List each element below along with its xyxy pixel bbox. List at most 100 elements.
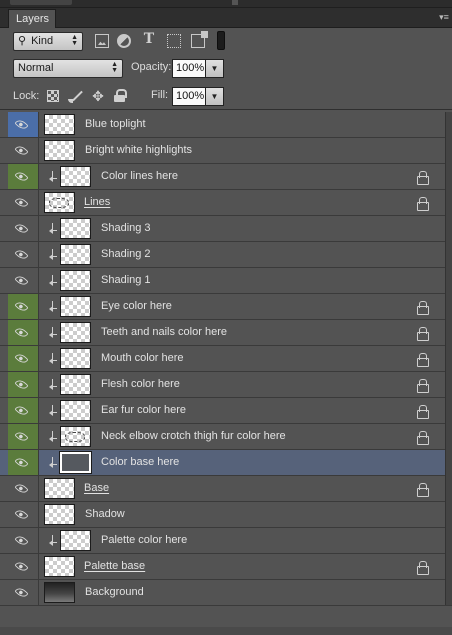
eye-icon [14, 455, 29, 470]
opacity-slider-toggle[interactable]: ▼ [206, 59, 224, 78]
layer-name[interactable]: Ear fur color here [101, 404, 186, 416]
layer-thumbnail[interactable] [60, 374, 91, 395]
layer-row[interactable]: Lines [0, 190, 445, 216]
layer-name[interactable]: Shading 2 [101, 248, 151, 260]
opacity-input[interactable]: 100% [172, 59, 206, 78]
filter-toggle-switch[interactable] [217, 31, 225, 50]
clipping-mask-arrow-icon [49, 223, 57, 235]
layer-thumbnail[interactable] [60, 322, 91, 343]
layer-row[interactable]: Mouth color here [0, 346, 445, 372]
lock-position-icon[interactable]: ✥ [91, 89, 105, 103]
blend-mode-dropdown[interactable]: Normal ▲ ▼ [13, 59, 123, 78]
layer-row[interactable]: Shading 1 [0, 268, 445, 294]
layer-row[interactable]: Neck elbow crotch thigh fur color here [0, 424, 445, 450]
layer-row[interactable]: Ear fur color here [0, 398, 445, 424]
layer-row[interactable]: Background [0, 580, 445, 606]
tab-layers[interactable]: Layers [8, 9, 56, 28]
lock-icon [417, 197, 429, 211]
layer-thumbnail[interactable] [44, 556, 75, 577]
layer-thumbnail[interactable] [60, 218, 91, 239]
clipping-mask-arrow-icon [49, 431, 57, 443]
layer-row[interactable]: Flesh color here [0, 372, 445, 398]
visibility-toggle[interactable] [8, 138, 39, 163]
visibility-toggle[interactable] [8, 528, 39, 553]
fill-slider-toggle[interactable]: ▼ [206, 87, 224, 106]
lock-image-pixels-icon[interactable] [68, 88, 84, 104]
layer-row[interactable]: Palette color here [0, 528, 445, 554]
layer-thumbnail[interactable] [60, 244, 91, 265]
visibility-toggle[interactable] [8, 216, 39, 241]
layer-name[interactable]: Base [84, 482, 109, 494]
visibility-toggle[interactable] [8, 346, 39, 371]
layer-row[interactable]: Base [0, 476, 445, 502]
layer-thumbnail[interactable] [44, 478, 75, 499]
visibility-toggle[interactable] [8, 476, 39, 501]
layer-thumbnail[interactable] [44, 140, 75, 161]
lock-all-icon[interactable] [114, 89, 127, 102]
layer-thumbnail[interactable] [44, 504, 75, 525]
layer-name[interactable]: Color base here [101, 456, 179, 468]
shape-filter-icon[interactable] [167, 34, 181, 48]
fill-input[interactable]: 100% [172, 87, 206, 106]
layer-thumbnail[interactable] [60, 400, 91, 421]
visibility-toggle[interactable] [8, 190, 39, 215]
visibility-toggle[interactable] [8, 580, 39, 605]
layer-row[interactable]: Shading 2 [0, 242, 445, 268]
layer-thumbnail[interactable] [60, 166, 91, 187]
visibility-toggle[interactable] [8, 502, 39, 527]
layer-thumbnail[interactable] [44, 192, 75, 213]
layer-name[interactable]: Blue toplight [85, 118, 146, 130]
pixel-filter-icon[interactable] [95, 34, 109, 48]
layer-name[interactable]: Shading 1 [101, 274, 151, 286]
eye-icon [14, 481, 29, 496]
visibility-toggle[interactable] [8, 294, 39, 319]
layer-name[interactable]: Flesh color here [101, 378, 180, 390]
layer-name[interactable]: Neck elbow crotch thigh fur color here [101, 430, 286, 442]
visibility-toggle[interactable] [8, 450, 39, 475]
layer-row[interactable]: Teeth and nails color here [0, 320, 445, 346]
layer-thumbnail[interactable] [60, 426, 91, 447]
layer-thumbnail[interactable] [60, 530, 91, 551]
layer-row[interactable]: Blue toplight [0, 112, 445, 138]
layer-name[interactable]: Palette color here [101, 534, 187, 546]
layer-name[interactable]: Palette base [84, 560, 145, 572]
lock-transparent-pixels-icon[interactable] [47, 90, 59, 102]
layer-thumbnail[interactable] [60, 348, 91, 369]
kind-filter-dropdown[interactable]: ⚲ Kind ▲ ▼ [13, 32, 83, 51]
panel-menu-icon[interactable]: ▾≡ [438, 11, 450, 23]
adjustment-filter-icon[interactable] [117, 34, 131, 48]
layer-row[interactable]: Palette base [0, 554, 445, 580]
layer-row[interactable]: Color lines here [0, 164, 445, 190]
layer-row[interactable]: Eye color here [0, 294, 445, 320]
layer-thumbnail[interactable] [60, 270, 91, 291]
layer-name[interactable]: Eye color here [101, 300, 172, 312]
layer-name[interactable]: Bright white highlights [85, 144, 192, 156]
layer-name[interactable]: Background [85, 586, 144, 598]
layer-name[interactable]: Shadow [85, 508, 125, 520]
visibility-toggle[interactable] [8, 320, 39, 345]
visibility-toggle[interactable] [8, 268, 39, 293]
layer-row[interactable]: Shadow [0, 502, 445, 528]
layer-row[interactable]: Color base here [0, 450, 445, 476]
layer-thumbnail[interactable] [60, 296, 91, 317]
smart-object-filter-icon[interactable] [191, 31, 208, 48]
layers-scrollbar[interactable] [445, 112, 452, 605]
layer-name[interactable]: Mouth color here [101, 352, 184, 364]
layer-name[interactable]: Color lines here [101, 170, 178, 182]
visibility-toggle[interactable] [8, 242, 39, 267]
layer-thumbnail[interactable] [59, 451, 92, 474]
layer-name[interactable]: Teeth and nails color here [101, 326, 227, 338]
layer-row[interactable]: Shading 3 [0, 216, 445, 242]
visibility-toggle[interactable] [8, 164, 39, 189]
visibility-toggle[interactable] [8, 112, 39, 137]
type-filter-icon[interactable]: T [142, 31, 156, 47]
visibility-toggle[interactable] [8, 398, 39, 423]
visibility-toggle[interactable] [8, 424, 39, 449]
visibility-toggle[interactable] [8, 554, 39, 579]
layer-thumbnail[interactable] [44, 582, 75, 603]
layer-thumbnail[interactable] [44, 114, 75, 135]
layer-name[interactable]: Lines [84, 196, 110, 208]
layer-row[interactable]: Bright white highlights [0, 138, 445, 164]
visibility-toggle[interactable] [8, 372, 39, 397]
layer-name[interactable]: Shading 3 [101, 222, 151, 234]
